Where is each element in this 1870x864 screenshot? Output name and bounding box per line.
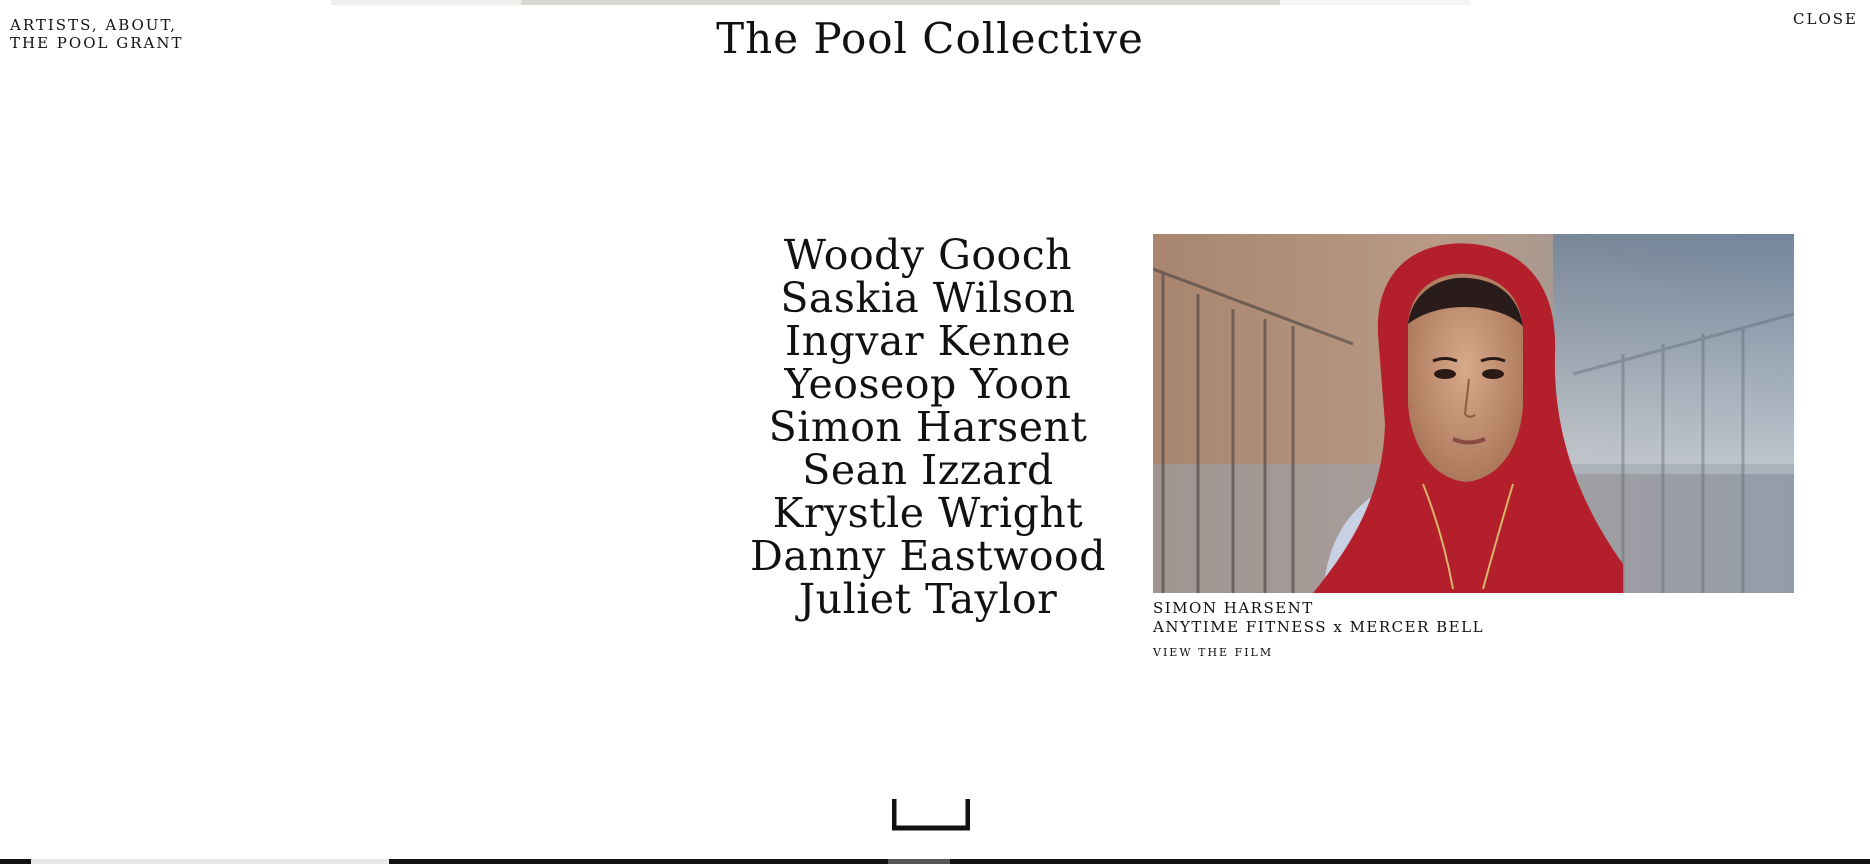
view-film-link[interactable]: VIEW THE FILM <box>1153 643 1273 662</box>
featured-image[interactable] <box>1153 234 1794 593</box>
artist-item-danny-eastwood[interactable]: Danny Eastwood <box>718 535 1138 578</box>
top-strip <box>331 0 521 5</box>
top-strip-active <box>521 0 1280 5</box>
site-title[interactable]: The Pool Collective <box>0 14 1860 63</box>
artist-item-krystle-wright[interactable]: Krystle Wright <box>718 492 1138 535</box>
artist-item-saskia-wilson[interactable]: Saskia Wilson <box>718 277 1138 320</box>
bottom-progress-marker <box>888 859 950 864</box>
artist-item-juliet-taylor[interactable]: Juliet Taylor <box>718 578 1138 621</box>
feature-project: ANYTIME FITNESS x MERCER BELL <box>1153 618 1485 636</box>
bottom-progress-segment <box>31 859 389 864</box>
feature-artist[interactable]: SIMON HARSENT <box>1153 599 1794 618</box>
portrait-illustration <box>1153 234 1794 593</box>
bracket-icon[interactable] <box>892 799 970 831</box>
artist-item-ingvar-kenne[interactable]: Ingvar Kenne <box>718 320 1138 363</box>
artist-item-simon-harsent[interactable]: Simon Harsent <box>718 406 1138 449</box>
artist-list: Woody Gooch Saskia Wilson Ingvar Kenne Y… <box>718 234 1138 621</box>
featured-work: SIMON HARSENT ANYTIME FITNESS x MERCER B… <box>1153 234 1794 662</box>
artist-item-sean-izzard[interactable]: Sean Izzard <box>718 449 1138 492</box>
artist-item-woody-gooch[interactable]: Woody Gooch <box>718 234 1138 277</box>
artist-item-yeoseop-yoon[interactable]: Yeoseop Yoon <box>718 363 1138 406</box>
feature-caption: SIMON HARSENT ANYTIME FITNESS x MERCER B… <box>1153 599 1794 662</box>
top-strip <box>1280 0 1470 5</box>
bottom-progress-bar <box>0 859 1870 864</box>
